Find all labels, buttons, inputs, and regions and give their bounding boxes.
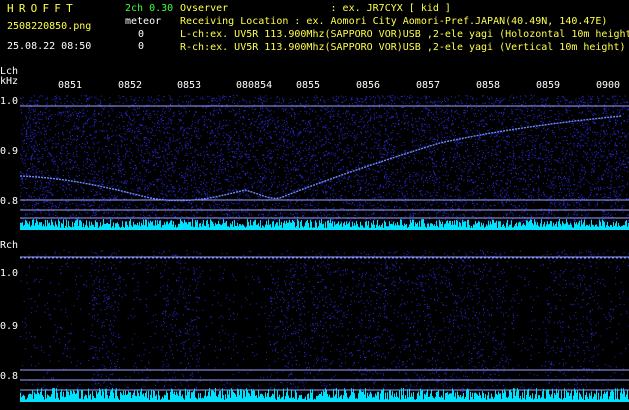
rch-label: Rch [0, 240, 19, 251]
noise-field [20, 95, 629, 223]
time-tick: 0856 [356, 80, 381, 91]
lch-ylabel-1: 1.0 [0, 96, 19, 107]
time-tick: 0851 [58, 80, 83, 91]
time-tick: 0900 [596, 80, 621, 91]
time-tick: 0855 [296, 80, 321, 91]
lch-unit: kHz [0, 76, 19, 87]
time-tick: 0859 [536, 80, 561, 91]
rch-ylabel-1: 1.0 [0, 268, 19, 279]
time-tick: 0857 [416, 80, 441, 91]
time-tick: 080854 [236, 80, 273, 91]
noise-field [20, 250, 629, 394]
lch-ylabel-2: 0.9 [0, 146, 19, 157]
rch-ylabel-3: 0.8 [0, 371, 19, 382]
time-tick: 0853 [177, 80, 202, 91]
lch-ylabel-3: 0.8 [0, 196, 19, 207]
spectrogram-plot [19, 95, 629, 402]
time-tick: 0852 [118, 80, 143, 91]
time-tick: 0858 [476, 80, 501, 91]
rch-ylabel-2: 0.9 [0, 321, 19, 332]
